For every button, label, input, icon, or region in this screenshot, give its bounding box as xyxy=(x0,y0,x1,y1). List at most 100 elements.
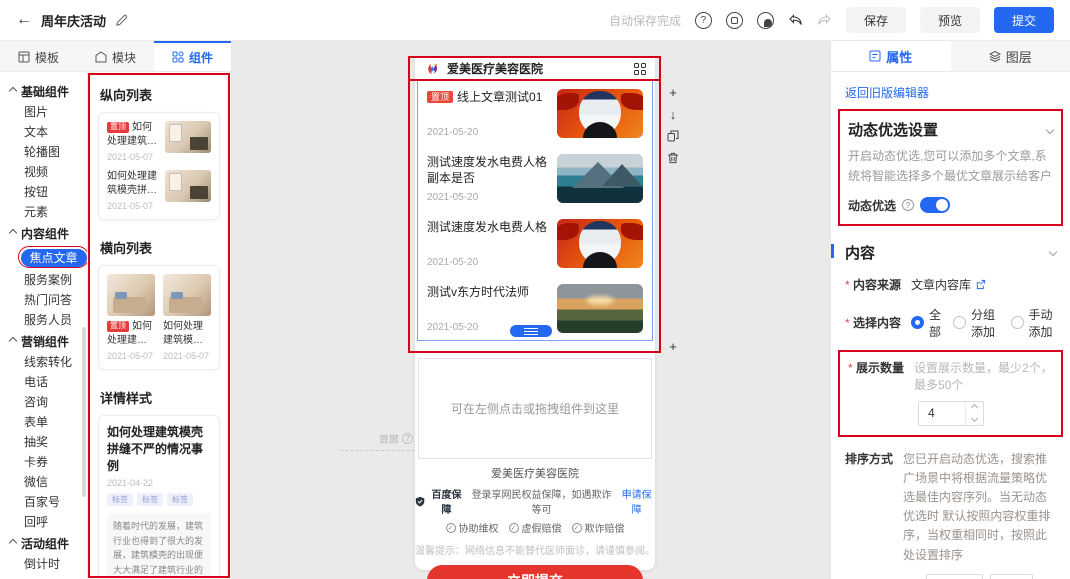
chevron-down-icon xyxy=(1049,248,1057,256)
move-down-icon[interactable]: ↓ xyxy=(666,107,680,121)
editor-canvas[interactable]: 爱美医疗美容医院 置顶线上文章测试01 2021-05-20 测试速度发水电费人… xyxy=(232,41,830,579)
delete-icon[interactable] xyxy=(666,151,680,165)
sort-method-label: 排序方式 xyxy=(845,450,893,467)
radio-all[interactable]: 全部 xyxy=(911,306,941,340)
list-item: 置顶如何处理建筑模壳拼缝不严的情况事例 2021-05-07 xyxy=(107,121,211,162)
edit-title-icon[interactable] xyxy=(115,13,128,27)
external-link-icon[interactable] xyxy=(975,279,986,290)
category-scrollbar[interactable] xyxy=(82,327,86,497)
component-toolbar: + ↓ xyxy=(666,85,680,165)
footer-tip: 温馨提示：网络信息不能替代医师面诊，请谨慎参阅。 xyxy=(415,542,655,557)
add-below-icon[interactable]: + xyxy=(666,339,680,353)
display-count-input[interactable]: 4 xyxy=(918,401,984,426)
submit-button[interactable]: 提交 xyxy=(994,7,1054,33)
phone-header: 爱美医疗美容医院 xyxy=(415,57,655,80)
article-row[interactable]: 测试速度发水电费人格副本是否 2021-05-20 xyxy=(418,146,652,211)
content-source-label: 内容来源 xyxy=(845,276,901,293)
dynamic-settings-heading[interactable]: 动态优选设置 xyxy=(848,119,1053,140)
cat-item-consult[interactable]: 咨询 xyxy=(0,392,87,412)
help-icon[interactable]: ? xyxy=(695,12,712,29)
cat-item-form[interactable]: 表单 xyxy=(0,412,87,432)
cat-item-phone[interactable]: 电话 xyxy=(0,372,87,392)
cat-item-callback[interactable]: 回呼 xyxy=(0,512,87,532)
article-row[interactable]: 置顶线上文章测试01 2021-05-20 xyxy=(418,81,652,146)
category-group-basic[interactable]: 基础组件 xyxy=(0,80,87,102)
article-tags: 标签 标签 标签 xyxy=(107,493,211,506)
content-section-heading[interactable]: 内容 xyxy=(845,242,1056,263)
cat-item-focus-article-selected[interactable]: 焦点文章 xyxy=(21,249,87,267)
list-item: 如何处理建筑模壳拼缝不严的情况事例 2021-05-07 xyxy=(163,274,211,361)
cat-item-service-case[interactable]: 服务案例 xyxy=(0,270,87,290)
tab-layers[interactable]: 图层 xyxy=(951,41,1070,71)
help-icon[interactable]: ? xyxy=(402,433,413,444)
page-title: 周年庆活动 xyxy=(41,11,106,30)
sort-order-select[interactable]: 倒序 xyxy=(990,574,1033,579)
top-badge: 置顶 xyxy=(107,122,129,133)
cat-item-wechat[interactable]: 微信 xyxy=(0,472,87,492)
cat-item-carousel[interactable]: 轮播图 xyxy=(0,142,87,162)
category-group-activity[interactable]: 活动组件 xyxy=(0,532,87,554)
redo-icon[interactable] xyxy=(817,13,832,27)
list-item: 如何处理建筑模壳拼缝不严的情况事例 2021-05-07 xyxy=(107,170,211,211)
article-thumbnail xyxy=(165,121,211,153)
cat-item-video[interactable]: 视频 xyxy=(0,162,87,182)
dynamic-toggle-on[interactable] xyxy=(920,197,950,213)
help-icon[interactable]: ? xyxy=(902,199,914,211)
category-group-marketing[interactable]: 营销组件 xyxy=(0,330,87,352)
shortcut-icon[interactable] xyxy=(726,12,743,29)
radio-group-add[interactable]: 分组添加 xyxy=(953,306,998,340)
cat-item-lottery[interactable]: 抽奖 xyxy=(0,432,87,452)
radio-manual-add[interactable]: 手动添加 xyxy=(1011,306,1056,340)
cat-item-countdown[interactable]: 倒计时 xyxy=(0,554,87,574)
component-drag-handle[interactable] xyxy=(510,325,552,337)
stepper-up-icon[interactable] xyxy=(966,402,983,414)
cat-item-hot-qa[interactable]: 热门问答 xyxy=(0,290,87,310)
annotation-box-focus-article: 焦点文章 xyxy=(18,246,88,268)
article-thumbnail xyxy=(107,274,155,316)
focus-article-component[interactable]: 置顶线上文章测试01 2021-05-20 测试速度发水电费人格副本是否 202… xyxy=(417,80,653,341)
cat-item-text[interactable]: 文本 xyxy=(0,122,87,142)
cat-item-image[interactable]: 图片 xyxy=(0,102,87,122)
first-screen-marker: 首屏 ? xyxy=(379,431,413,446)
submit-now-button[interactable]: 立即提交 xyxy=(427,565,643,579)
apply-guarantee-link[interactable]: 申请保障 xyxy=(618,486,655,516)
add-above-icon[interactable]: + xyxy=(666,85,680,99)
save-button[interactable]: 保存 xyxy=(846,7,906,33)
top-badge: 置顶 xyxy=(427,91,453,103)
component-preview-column: 纵向列表 置顶如何处理建筑模壳拼缝不严的情况事例 2021-05-07 如何处理… xyxy=(88,73,230,578)
back-icon[interactable]: ← xyxy=(16,11,32,29)
cat-item-baijiahao[interactable]: 百家号 xyxy=(0,492,87,512)
undo-icon[interactable] xyxy=(788,13,803,27)
cat-item-element[interactable]: 元素 xyxy=(0,202,87,222)
vertical-list-sample[interactable]: 置顶如何处理建筑模壳拼缝不严的情况事例 2021-05-07 如何处理建筑模壳拼… xyxy=(98,112,220,220)
article-row[interactable]: 测试速度发水电费人格 2021-05-20 xyxy=(418,211,652,276)
first-screen-divider xyxy=(340,450,415,451)
cat-item-button[interactable]: 按钮 xyxy=(0,182,87,202)
list-item: 置顶如何处理建筑模壳拼缝不严的情况事例 2021-05-07 xyxy=(107,274,155,361)
copy-icon[interactable] xyxy=(666,129,680,143)
preview-button[interactable]: 预览 xyxy=(920,7,980,33)
display-count-value[interactable]: 4 xyxy=(919,406,965,420)
stepper-down-icon[interactable] xyxy=(966,413,983,425)
cat-item-lead[interactable]: 线索转化 xyxy=(0,352,87,372)
cat-item-coupon[interactable]: 卡券 xyxy=(0,452,87,472)
sort-field-select[interactable]: 创建时间 xyxy=(926,574,984,579)
annotation-box-display-count: 展示数量 设置展示数量，最少2个，最多50个 4 xyxy=(838,350,1063,437)
feedback-icon[interactable] xyxy=(757,12,774,29)
category-group-content[interactable]: 内容组件 xyxy=(0,222,87,244)
dropzone[interactable]: 可在左侧点击或拖拽组件到这里 xyxy=(418,358,652,459)
horizontal-list-sample[interactable]: 置顶如何处理建筑模壳拼缝不严的情况事例 2021-05-07 如何处理建筑模壳拼… xyxy=(98,265,220,370)
guarantee-title: 百度保障 xyxy=(428,486,465,516)
tab-module[interactable]: 模块 xyxy=(77,41,154,71)
tab-attributes[interactable]: 属性 xyxy=(831,41,951,71)
tab-component[interactable]: 组件 xyxy=(154,41,231,71)
baidu-shield-icon xyxy=(415,496,425,507)
top-badge: 置顶 xyxy=(107,321,129,332)
cat-item-service-staff[interactable]: 服务人员 xyxy=(0,310,87,330)
detail-style-sample[interactable]: 如何处理建筑模壳拼缝不严的情况事例 2021-04-22 标签 标签 标签 随着… xyxy=(98,415,220,578)
menu-grid-icon[interactable] xyxy=(634,63,646,75)
back-to-old-editor-link[interactable]: 返回旧版编辑器 xyxy=(845,84,929,101)
tab-template[interactable]: 模板 xyxy=(0,41,77,71)
merchant-logo xyxy=(424,60,441,77)
choose-content-label: 选择内容 xyxy=(845,314,901,331)
